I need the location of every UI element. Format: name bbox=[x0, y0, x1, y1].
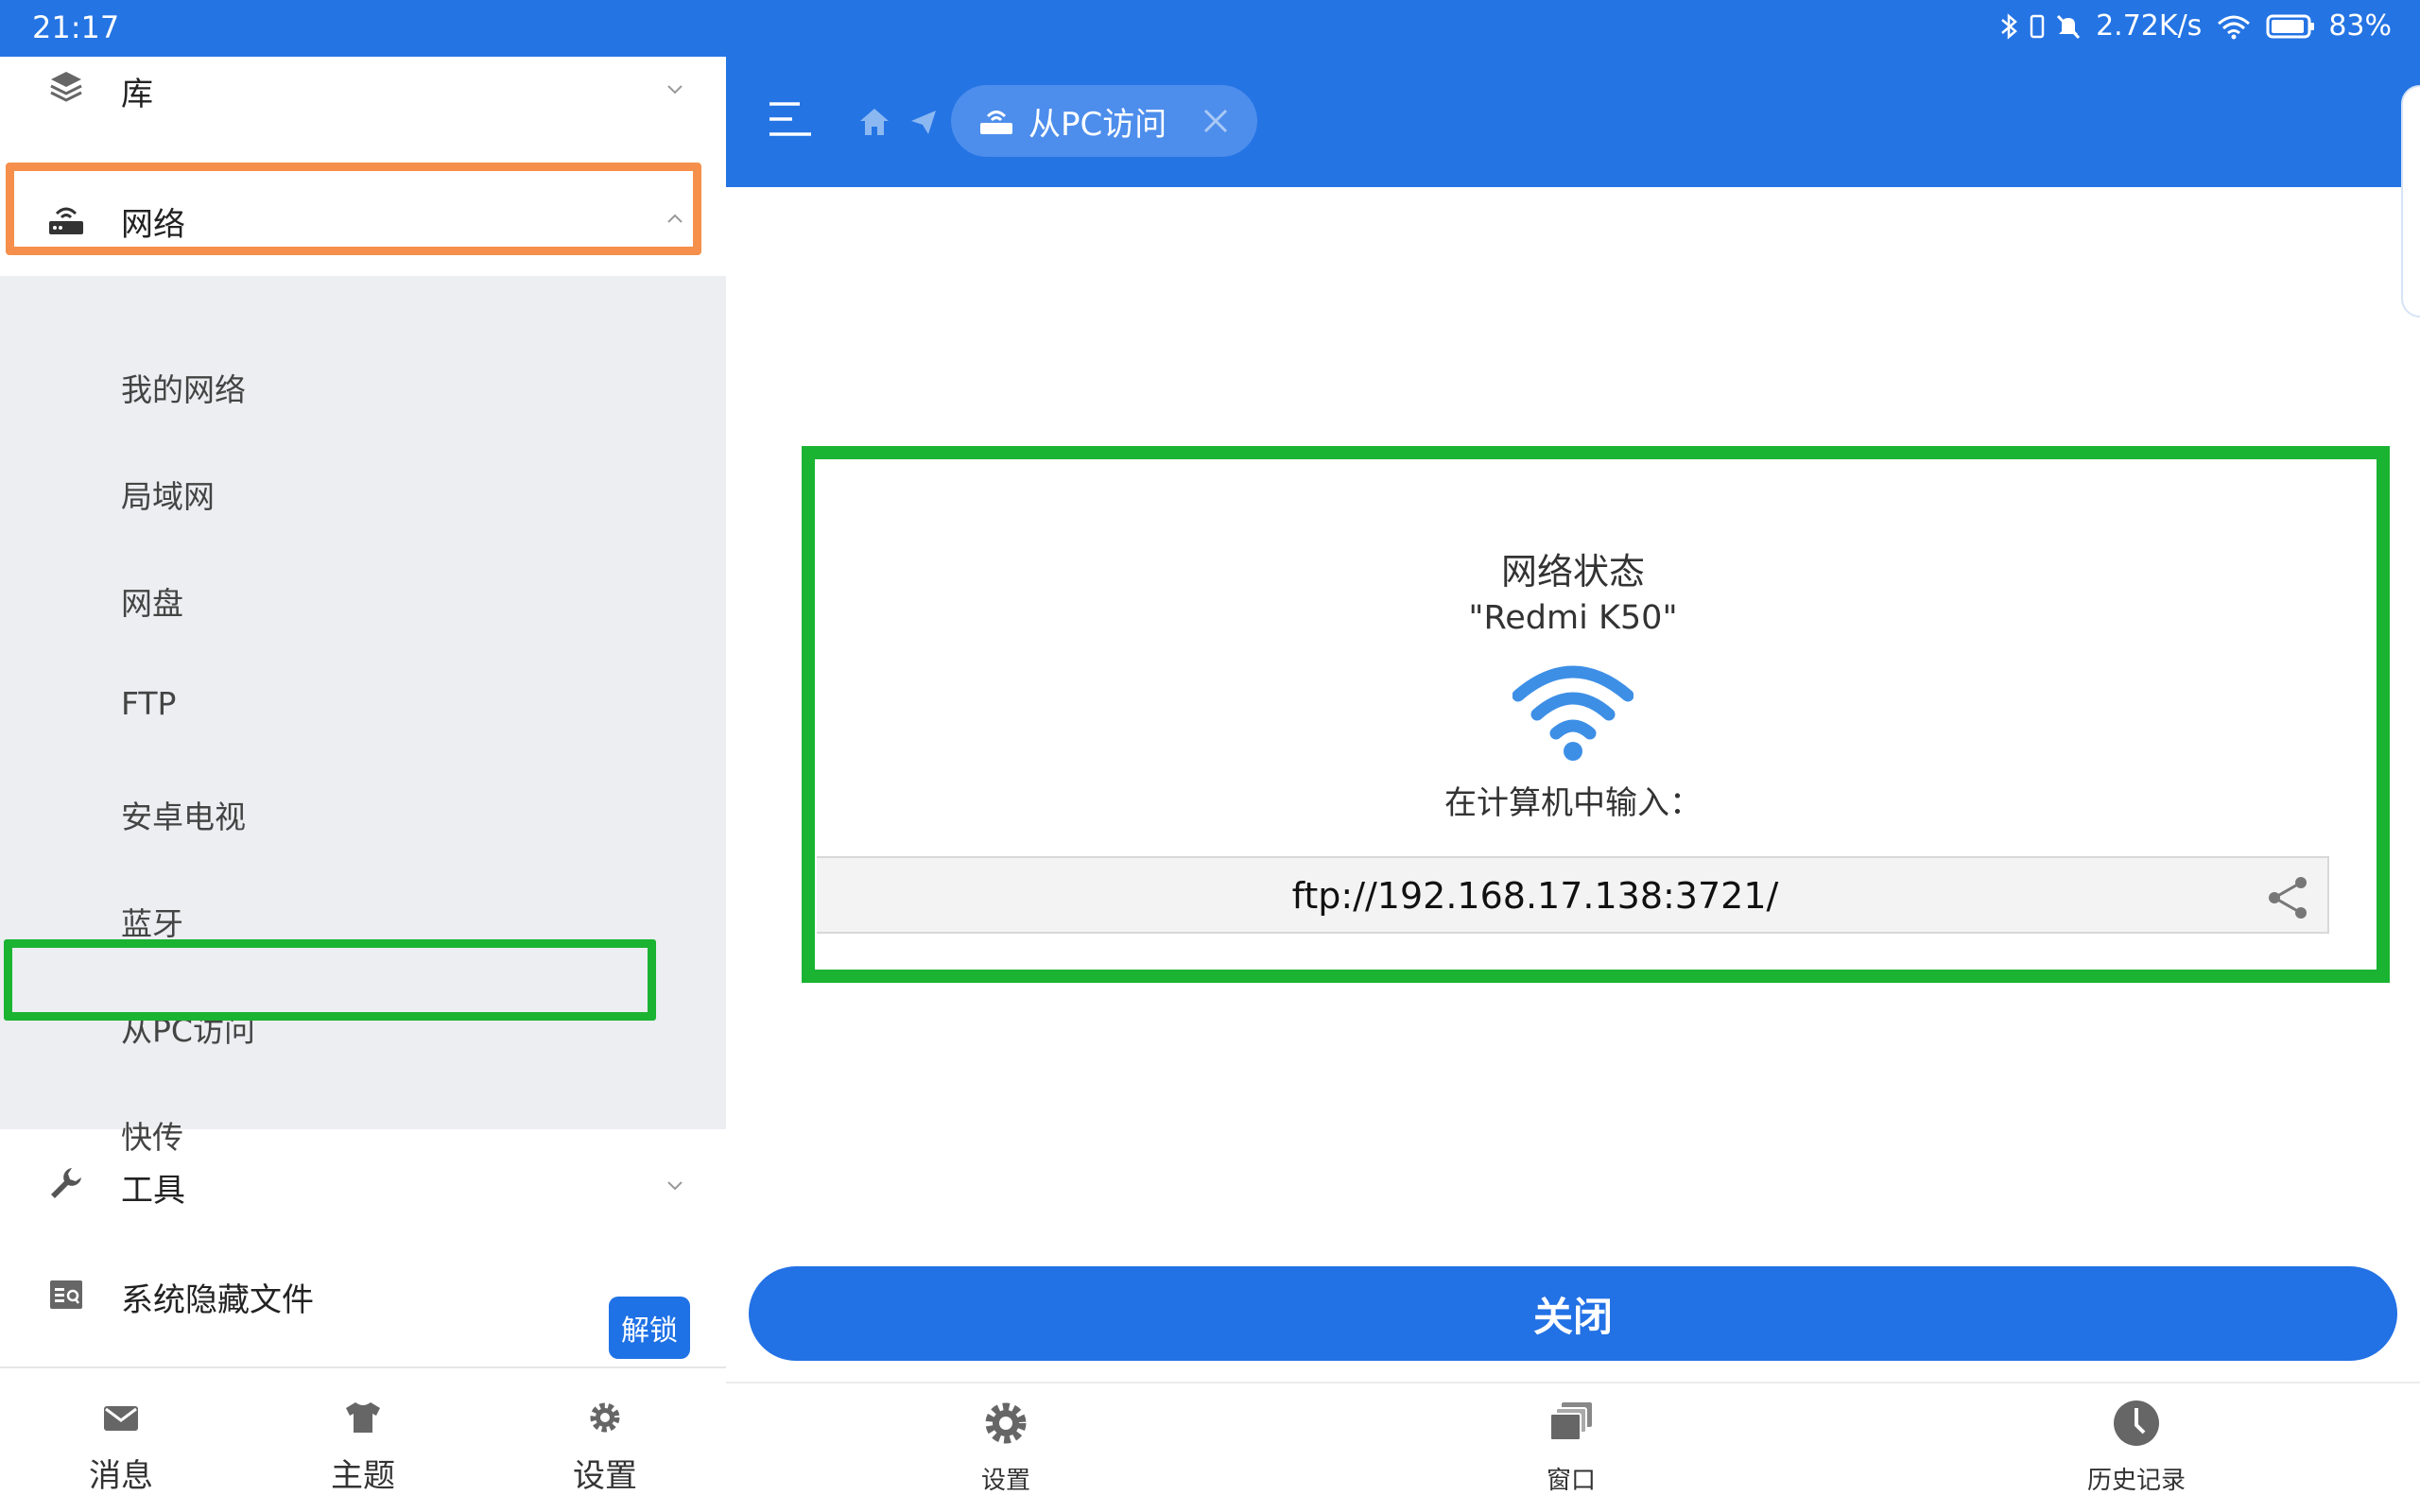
main-toolbar: 从PC访问 bbox=[726, 57, 2420, 187]
tab-pc-access[interactable]: 从PC访问 bbox=[951, 85, 1257, 157]
sidebar-item-lan[interactable]: 局域网 bbox=[121, 472, 215, 517]
sidebar-item-label: 库 bbox=[121, 76, 153, 113]
windows-stack-icon bbox=[1549, 1402, 1592, 1441]
vibrate-icon bbox=[2030, 14, 2045, 38]
nav-label: 历史记录 bbox=[2086, 1467, 2186, 1495]
gear-icon bbox=[985, 1402, 1027, 1444]
share-icon[interactable] bbox=[2263, 873, 2312, 922]
sidebar-item-tools[interactable]: 工具 bbox=[0, 1142, 726, 1227]
nav-windows[interactable]: 窗口 bbox=[1458, 1383, 1685, 1512]
router-icon bbox=[980, 111, 1012, 134]
nav-messages[interactable]: 消息 bbox=[0, 1368, 242, 1512]
close-button[interactable]: 关闭 bbox=[749, 1266, 2397, 1361]
nav-theme[interactable]: 主题 bbox=[242, 1368, 484, 1512]
sidebar-bottom-nav: 消息 主题 设置 bbox=[0, 1368, 726, 1512]
status-time: 21:17 bbox=[32, 9, 120, 45]
mail-icon bbox=[104, 1406, 138, 1431]
wrench-icon bbox=[45, 1162, 87, 1204]
nav-settings[interactable]: 设置 bbox=[484, 1368, 726, 1512]
sidebar-item-cloud-drive[interactable]: 网盘 bbox=[121, 578, 183, 624]
hidden-file-icon bbox=[45, 1274, 87, 1315]
sidebar-item-label: 系统隐藏文件 bbox=[121, 1281, 314, 1319]
main-bottom-nav: 设置 窗口 历史记录 bbox=[726, 1383, 2420, 1512]
ftp-url: ftp://192.168.17.138:3721/ bbox=[1291, 875, 1779, 917]
home-icon[interactable] bbox=[858, 106, 890, 138]
ftp-url-field[interactable]: ftp://192.168.17.138:3721/ bbox=[817, 856, 2329, 934]
mute-icon bbox=[2057, 14, 2081, 39]
nav-settings[interactable]: 设置 bbox=[892, 1383, 1119, 1512]
pc-access-highlight-box bbox=[4, 939, 656, 1021]
chevron-down-icon bbox=[667, 85, 683, 94]
sidebar-item-library[interactable]: 库 bbox=[0, 57, 726, 125]
wifi-icon bbox=[1512, 665, 1634, 761]
net-speed: 2.72K/s bbox=[2096, 9, 2203, 43]
bluetooth-icon bbox=[2001, 12, 2018, 40]
sidebar-item-label: 工具 bbox=[121, 1172, 185, 1210]
clock-icon bbox=[2114, 1400, 2159, 1446]
wifi-status-icon bbox=[2218, 15, 2251, 39]
sidebar-item-my-network[interactable]: 我的网络 bbox=[121, 365, 246, 410]
send-icon[interactable] bbox=[909, 108, 938, 136]
sidebar-item-android-tv[interactable]: 安卓电视 bbox=[121, 792, 246, 837]
unlock-button[interactable]: 解锁 bbox=[609, 1297, 690, 1359]
gear-icon bbox=[590, 1402, 620, 1433]
chevron-down-icon bbox=[667, 1181, 683, 1191]
tshirt-icon bbox=[346, 1402, 380, 1433]
input-hint: 在计算机中输入： bbox=[1444, 784, 1702, 822]
sidebar: 库 网络 我的网络 局域网 网盘 FTP 安卓电视 蓝牙 从PC访问 快传 工具… bbox=[0, 57, 726, 1512]
nav-label: 消息 bbox=[89, 1457, 153, 1495]
nav-history[interactable]: 历史记录 bbox=[2023, 1383, 2250, 1512]
battery-level: 83% bbox=[2328, 9, 2392, 43]
sidebar-item-bluetooth[interactable]: 蓝牙 bbox=[121, 899, 183, 944]
nav-label: 设置 bbox=[980, 1467, 1030, 1495]
network-highlight-box bbox=[6, 163, 701, 255]
layers-icon bbox=[45, 66, 87, 108]
network-status-title: 网络状态 bbox=[1500, 551, 1645, 593]
side-pull-tab[interactable] bbox=[2401, 85, 2420, 318]
status-right: 2.72K/s 83% bbox=[1999, 9, 2392, 43]
battery-icon bbox=[2266, 14, 2315, 38]
tab-label: 从PC访问 bbox=[1028, 105, 1167, 144]
menu-icon[interactable] bbox=[766, 98, 815, 140]
close-icon[interactable] bbox=[1201, 106, 1231, 136]
nav-label: 设置 bbox=[573, 1457, 637, 1495]
nav-label: 窗口 bbox=[1546, 1467, 1596, 1495]
status-bar: 21:17 2.72K/s 83% bbox=[0, 0, 2420, 57]
device-name: "Redmi K50" bbox=[1468, 599, 1678, 637]
sidebar-item-ftp[interactable]: FTP bbox=[121, 685, 176, 722]
nav-label: 主题 bbox=[331, 1457, 395, 1495]
